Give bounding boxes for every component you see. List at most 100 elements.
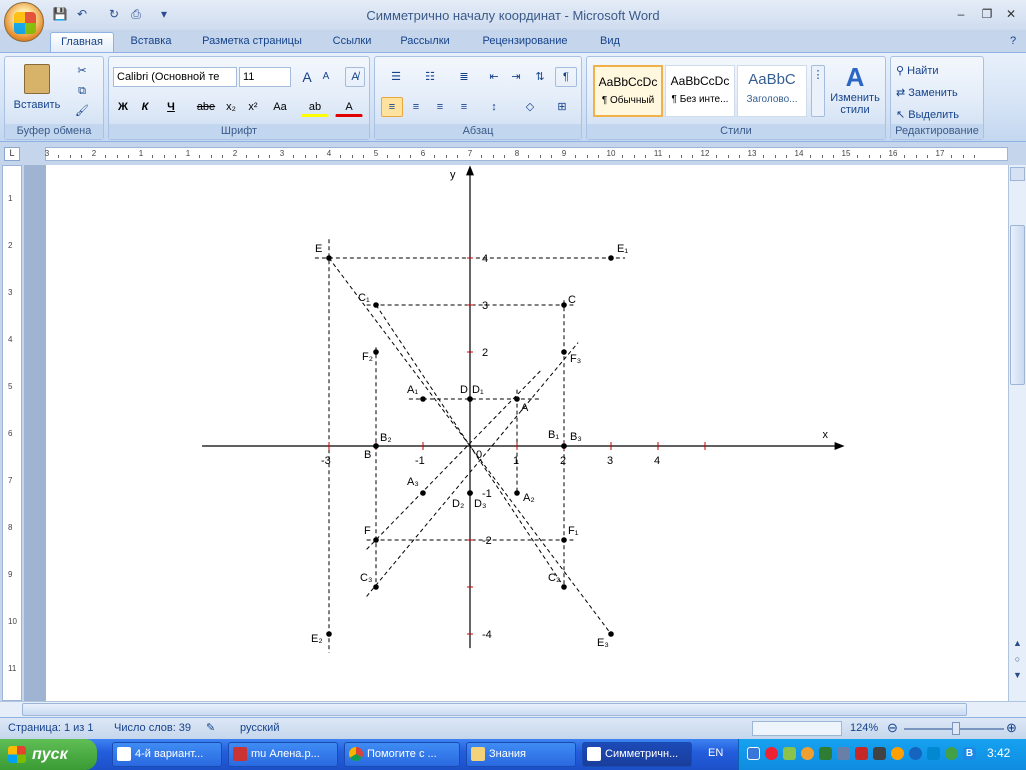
subscript-button[interactable]: x₂ [221, 97, 241, 117]
tray-volume-icon[interactable] [873, 747, 886, 760]
select-button[interactable]: ↖ Выделить [895, 105, 981, 125]
font-color-icon[interactable]: A [335, 97, 363, 117]
tray-app-icon[interactable] [747, 747, 760, 760]
proofing-icon[interactable]: ✎ [206, 721, 215, 734]
tab-view[interactable]: Вид [590, 32, 630, 52]
start-button[interactable]: пуск [0, 739, 97, 770]
multilevel-list-icon[interactable]: ≣ [449, 67, 479, 87]
tray-app-icon[interactable] [927, 747, 940, 760]
horizontal-ruler[interactable]: L 3 2 1 1 2 3 4 5 6 7 8 9 10 11 12 13 14 15 16 17 [0, 143, 1026, 165]
borders-icon[interactable]: ⊞ [547, 97, 577, 117]
tray-opera-icon[interactable] [765, 747, 778, 760]
style-heading[interactable]: AaBbC Заголово... [737, 65, 807, 117]
close-button[interactable]: ✕ [1000, 6, 1022, 22]
style-no-spacing[interactable]: AaBbCcDc ¶ Без инте... [665, 65, 735, 117]
align-left-icon[interactable]: ≡ [381, 97, 403, 117]
align-right-icon[interactable]: ≡ [429, 97, 451, 117]
hscroll-thumb[interactable] [22, 703, 967, 716]
bullets-icon[interactable]: ☰ [381, 67, 411, 87]
tray-app-icon[interactable] [801, 747, 814, 760]
ruler-tick [880, 155, 882, 158]
tab-references[interactable]: Ссылки [322, 32, 382, 52]
strikethrough-button[interactable]: abe [193, 97, 219, 117]
tab-page-layout[interactable]: Разметка страницы [192, 32, 312, 52]
copy-icon[interactable]: ⧉ [71, 81, 93, 101]
change-case-button[interactable]: Aa [267, 97, 293, 117]
tab-insert[interactable]: Вставка [122, 32, 180, 52]
document-page[interactable]: -3 -1 1 2 3 4 4 3 2 -1 -2 -4 0 x y E E₁ C₁ C F₂ F₃ A₁ D D₁ A B₂ B B… [46, 165, 1008, 701]
language-status[interactable]: русский [240, 722, 279, 734]
help-icon[interactable]: ? [1004, 32, 1022, 52]
x-tick-label: -3 [321, 455, 331, 467]
shrink-font-button[interactable]: A [317, 67, 335, 87]
browse-object-icon[interactable]: ▲ ○ ▼ [1010, 635, 1025, 695]
minimize-button[interactable]: – [950, 6, 972, 22]
justify-icon[interactable]: ≡ [453, 97, 475, 117]
shading-icon[interactable]: ◇ [515, 97, 545, 117]
ruler-tick [363, 155, 365, 158]
vertical-scrollbar[interactable]: ▲ ○ ▼ [1008, 165, 1026, 701]
task-item[interactable]: Знания [466, 742, 576, 767]
underline-button[interactable]: Ч [159, 97, 183, 117]
tray-app-icon[interactable] [819, 747, 832, 760]
scroll-up-button[interactable] [1010, 167, 1025, 181]
tray-vk-icon[interactable]: B [963, 747, 976, 760]
paste-button[interactable]: Вставить [11, 61, 63, 119]
cut-icon[interactable]: ✂ [71, 61, 93, 81]
italic-button[interactable]: К [135, 97, 155, 117]
numbering-icon[interactable]: ☷ [415, 67, 445, 87]
task-item-active[interactable]: Симметричн... [582, 742, 692, 767]
vertical-ruler[interactable]: 1 2 3 4 5 6 7 8 9 10 11 [2, 165, 22, 701]
font-name-select[interactable]: Calibri (Основной те [113, 67, 237, 87]
bold-button[interactable]: Ж [113, 97, 133, 117]
tray-app-icon[interactable] [909, 747, 922, 760]
task-item[interactable]: mu Алена.р... [228, 742, 338, 767]
grow-font-button[interactable]: A [297, 67, 317, 87]
tray-app-icon[interactable] [945, 747, 958, 760]
clear-format-icon[interactable]: A̸ [345, 67, 365, 87]
zoom-out-icon[interactable]: ⊖ [887, 720, 898, 736]
zoom-in-icon[interactable]: ⊕ [1006, 720, 1017, 736]
font-size-select[interactable]: 11 [239, 67, 291, 87]
tray-app-icon[interactable] [837, 747, 850, 760]
tray-app-icon[interactable] [783, 747, 796, 760]
sort-icon[interactable]: ⇅ [529, 67, 551, 87]
word-count[interactable]: Число слов: 39 [114, 722, 191, 734]
horizontal-scrollbar[interactable] [0, 701, 1026, 717]
tab-mailings[interactable]: Рассылки [392, 32, 458, 52]
scroll-thumb[interactable] [1010, 225, 1025, 385]
find-button[interactable]: ⚲ Найти [895, 61, 981, 81]
style-normal[interactable]: AaBbCcDc ¶ Обычный [593, 65, 663, 117]
task-item[interactable]: 4-й вариант... [112, 742, 222, 767]
point-label: E [315, 243, 322, 255]
view-buttons[interactable] [752, 721, 842, 736]
office-button[interactable] [4, 2, 44, 42]
decrease-indent-icon[interactable]: ⇤ [483, 67, 505, 87]
show-marks-icon[interactable]: ¶ [555, 67, 577, 87]
task-item[interactable]: Помогите с ... [344, 742, 460, 767]
tab-selector-icon[interactable]: L [4, 147, 20, 161]
vruler-number: 9 [8, 570, 13, 579]
superscript-button[interactable]: x² [243, 97, 263, 117]
restore-button[interactable]: ❐ [976, 6, 998, 22]
styles-scroll-icon[interactable]: ⋮ [811, 65, 825, 117]
zoom-level[interactable]: 124% [850, 722, 878, 734]
vruler-number: 7 [8, 476, 13, 485]
align-center-icon[interactable]: ≡ [405, 97, 427, 117]
page-count[interactable]: Страница: 1 из 1 [8, 722, 94, 734]
tray-antivirus-icon[interactable] [855, 747, 868, 760]
tray-app-icon[interactable] [891, 747, 904, 760]
format-painter-icon[interactable]: 🖌 [71, 101, 93, 121]
point-label: B₁ [548, 429, 559, 441]
replace-button[interactable]: ⇄ Заменить [895, 83, 981, 103]
tab-review[interactable]: Рецензирование [470, 32, 580, 52]
data-point [514, 490, 520, 496]
tab-home[interactable]: Главная [50, 32, 114, 52]
increase-indent-icon[interactable]: ⇥ [505, 67, 527, 87]
input-language[interactable]: EN [708, 747, 723, 759]
change-styles-button[interactable]: A Изменить стили [827, 61, 883, 121]
vruler-number: 11 [8, 664, 17, 673]
zoom-slider-handle[interactable] [952, 722, 960, 735]
highlight-icon[interactable]: ab [301, 97, 329, 117]
line-spacing-icon[interactable]: ↕ [479, 97, 509, 117]
